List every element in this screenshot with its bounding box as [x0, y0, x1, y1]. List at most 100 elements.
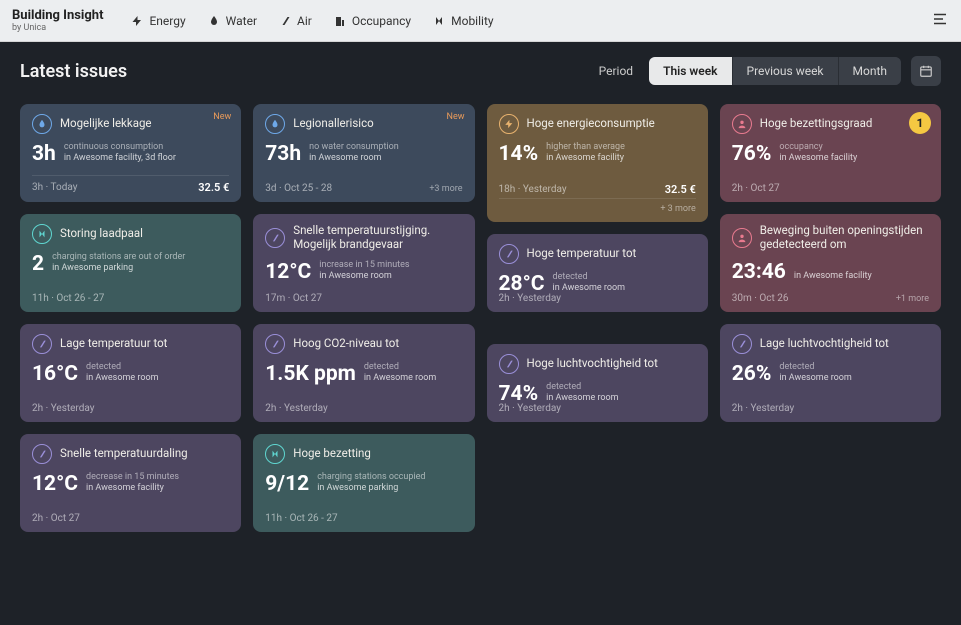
card-footer-time: 3d · Oct 25 - 28	[265, 183, 332, 194]
card-desc: continuous consumptionin Awesome facilit…	[64, 142, 176, 166]
mobility-icon	[433, 15, 445, 27]
card-title: Legionallerisico	[293, 117, 373, 131]
new-badge: New	[447, 112, 465, 122]
page-title: Latest issues	[20, 61, 127, 82]
card-temp-spike[interactable]: Snelle temperatuurstijging. Mogelijk bra…	[253, 214, 474, 312]
air-icon	[32, 444, 52, 464]
card-desc: increase in 15 minutesin Awesome room	[319, 260, 409, 284]
period-pills: This week Previous week Month	[649, 57, 901, 85]
card-metric: 9/12	[265, 472, 309, 496]
card-desc: charging stations occupiedin Awesome par…	[317, 472, 425, 496]
card-desc: in Awesome facility	[794, 271, 872, 284]
mobility-icon	[265, 444, 285, 464]
card-title: Snelle temperatuurstijging. Mogelijk bra…	[293, 224, 462, 252]
air-icon	[499, 354, 519, 374]
nav-energy-label: Energy	[149, 14, 185, 28]
card-title: Storing laadpaal	[60, 227, 143, 241]
card-price: 32.5 €	[198, 181, 229, 194]
card-metric: 76%	[732, 142, 772, 166]
card-title: Lage temperatuur tot	[60, 337, 167, 351]
nav-water[interactable]: Water	[208, 14, 257, 28]
card-energy-high[interactable]: Hoge energieconsumptie 14% higher than a…	[487, 104, 708, 222]
card-parking-full[interactable]: Hoge bezetting 9/12 charging stations oc…	[253, 434, 474, 532]
calendar-button[interactable]	[911, 56, 941, 86]
card-desc: detectedin Awesome room	[364, 362, 436, 386]
new-badge: New	[213, 112, 231, 122]
air-icon	[265, 334, 285, 354]
air-icon	[732, 334, 752, 354]
card-charging-fault[interactable]: Storing laadpaal 2 charging stations are…	[20, 214, 241, 312]
card-footer-time: 2h · Yesterday	[499, 403, 561, 414]
card-desc: decrease in 15 minutesin Awesome facilit…	[86, 472, 179, 496]
card-humidity-low[interactable]: Lage luchtvochtigheid tot 26% detectedin…	[720, 324, 941, 422]
card-metric: 16°C	[32, 362, 78, 386]
water-icon	[32, 114, 52, 134]
card-title: Hoge energieconsumptie	[527, 117, 655, 131]
card-desc: detectedin Awesome room	[779, 362, 851, 386]
menu-button[interactable]	[931, 10, 949, 32]
card-footer-time: 2h · Yesterday	[499, 293, 561, 304]
air-icon	[279, 15, 291, 27]
card-occupancy-high[interactable]: 1 Hoge bezettingsgraad 76% occupancyin A…	[720, 104, 941, 202]
mobility-icon	[32, 224, 52, 244]
card-footer-time: 30m · Oct 26	[732, 293, 789, 304]
card-footer-time: 2h · Oct 27	[732, 183, 780, 194]
card-motion[interactable]: Beweging buiten openingstijden gedetecte…	[720, 214, 941, 312]
nav-energy[interactable]: Energy	[131, 14, 185, 28]
count-badge: 1	[909, 112, 931, 134]
card-desc: charging stations are out of orderin Awe…	[52, 252, 185, 276]
card-metric: 23:46	[732, 260, 786, 284]
nav-mobility[interactable]: Mobility	[433, 14, 493, 28]
card-extra: + 3 more	[660, 204, 695, 214]
card-legionella[interactable]: New Legionallerisico 73h no water consum…	[253, 104, 474, 202]
card-footer-time: 3h · Today	[32, 182, 77, 193]
nav-air[interactable]: Air	[279, 14, 312, 28]
period-month[interactable]: Month	[838, 57, 901, 85]
brand-sub: by Unica	[12, 23, 103, 33]
building-icon	[334, 15, 346, 27]
nav-occupancy-label: Occupancy	[352, 14, 411, 28]
brand-title: Building Insight	[12, 8, 103, 23]
water-icon	[265, 114, 285, 134]
card-humidity-high[interactable]: Hoge luchtvochtigheid tot 74% detectedin…	[487, 344, 708, 422]
droplet-icon	[208, 15, 220, 27]
card-footer-time: 18h · Yesterday	[499, 184, 567, 195]
card-co2-high[interactable]: Hoog CO2-niveau tot 1.5K ppm detectedin …	[253, 324, 474, 422]
card-desc: higher than averagein Awesome facility	[546, 142, 625, 166]
card-title: Hoge bezetting	[293, 447, 371, 461]
page-header: Latest issues Period This week Previous …	[0, 42, 961, 94]
air-icon	[32, 334, 52, 354]
card-metric: 2	[32, 252, 44, 276]
card-desc: no water consumptionin Awesome room	[309, 142, 399, 166]
card-temp-drop[interactable]: Snelle temperatuurdaling 12°C decrease i…	[20, 434, 241, 532]
card-title: Snelle temperatuurdaling	[60, 447, 188, 461]
card-metric: 73h	[265, 142, 301, 166]
card-metric: 12°C	[32, 472, 78, 496]
brand[interactable]: Building Insight by Unica	[12, 8, 103, 33]
period-controls: Period This week Previous week Month	[599, 56, 941, 86]
card-desc: detectedin Awesome room	[86, 362, 158, 386]
card-temp-high[interactable]: Hoge temperatuur tot 28°C detectedin Awe…	[487, 234, 708, 312]
card-title: Mogelijke lekkage	[60, 117, 152, 131]
card-footer-time: 2h · Yesterday	[732, 403, 794, 414]
card-footer-time: 11h · Oct 26 - 27	[265, 513, 337, 524]
card-metric: 12°C	[265, 260, 311, 284]
card-title: Hoge luchtvochtigheid tot	[527, 357, 658, 371]
period-this-week[interactable]: This week	[649, 57, 731, 85]
card-extra: +1 more	[896, 294, 929, 304]
card-metric: 14%	[499, 142, 539, 166]
card-footer-time: 2h · Yesterday	[32, 403, 94, 414]
card-leakage[interactable]: New Mogelijke lekkage 3h continuous cons…	[20, 104, 241, 202]
period-label: Period	[599, 64, 633, 78]
card-footer-time: 2h · Yesterday	[265, 403, 327, 414]
card-temp-low[interactable]: Lage temperatuur tot 16°C detectedin Awe…	[20, 324, 241, 422]
card-price: 32.5 €	[665, 183, 696, 196]
card-footer-time: 11h · Oct 26 - 27	[32, 293, 104, 304]
period-previous-week[interactable]: Previous week	[732, 57, 838, 85]
nav-occupancy[interactable]: Occupancy	[334, 14, 411, 28]
card-desc: occupancyin Awesome facility	[779, 142, 857, 166]
card-title: Hoog CO2-niveau tot	[293, 337, 399, 351]
card-title: Beweging buiten openingstijden gedetecte…	[760, 224, 929, 252]
card-extra: +3 more	[429, 184, 462, 194]
nav-air-label: Air	[297, 14, 312, 28]
